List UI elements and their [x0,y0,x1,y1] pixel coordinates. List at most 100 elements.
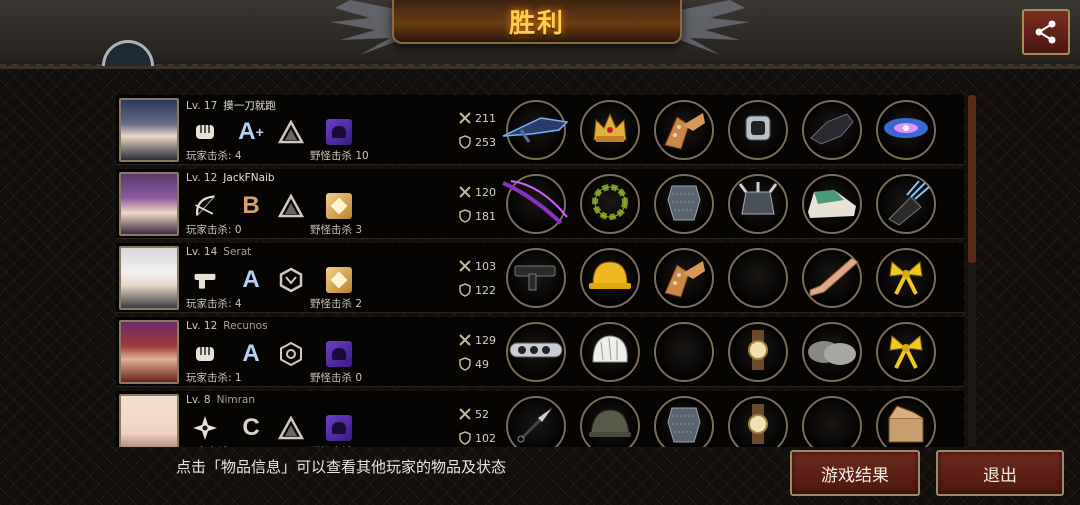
player-row[interactable]: Lv. 12 Recunos A 玩家击杀: 1 野怪击杀 0 129 49 [116,317,964,387]
hard-hat-icon [587,256,633,300]
crown-icon [588,106,632,154]
wrist-watch-icon [740,328,776,376]
player-kills: 玩家击杀: 1 [186,372,242,384]
galaxy-orb-icon [882,108,930,152]
item-slot[interactable] [728,100,788,160]
grade-badge: C [238,414,264,441]
player-level-name: Lv. 12 JackFNaib [186,172,275,184]
player-row[interactable]: Lv. 12 JackFNaib B 玩家击杀: 0 野怪击杀 3 120 181 [116,169,964,239]
purple-bow-icon [501,177,571,231]
grade-letter: A [242,340,260,367]
shuriken-icon [192,415,218,441]
grade-badge: A [238,340,264,367]
bow-icon [192,193,218,219]
item-slot[interactable] [654,396,714,447]
crossed-swords-icon [459,186,471,198]
player-level-name: Lv. 12 Recunos [186,320,268,332]
player-avatar[interactable] [119,246,179,310]
defense-stat: 102 [458,431,496,445]
player-list[interactable]: Lv. 17 摸一刀就跑 A + 玩家击杀: 4 野怪击杀 10 211 253 L… [116,95,964,447]
item-slot[interactable] [580,322,640,382]
defense-stat: 181 [458,209,496,223]
item-slot[interactable] [728,322,788,382]
item-slot[interactable] [802,100,862,160]
crossed-swords-icon [459,112,471,124]
item-slot[interactable] [580,396,640,447]
player-level: Lv. 14 [186,246,218,258]
player-row[interactable]: Lv. 8 Nimran C 玩家击杀: 0 野怪击杀 0 52 102 [116,391,964,447]
player-row[interactable]: Lv. 14 Serat A 玩家击杀: 4 野怪击杀 2 103 122 [116,243,964,313]
share-button[interactable] [1022,9,1070,55]
ring-watch-icon [738,108,778,152]
arrow-quiver-icon [881,177,931,231]
item-slot[interactable] [728,174,788,234]
attack-stat: 52 [458,407,489,421]
item-slot[interactable] [502,100,569,160]
player-name: Recunos [223,320,268,332]
grade-badge: A + [238,118,264,145]
item-slot[interactable] [654,248,714,308]
player-avatar[interactable] [119,320,179,384]
share-icon [1035,20,1056,44]
green-sneaker-icon [804,182,860,226]
game-result-button[interactable]: 游戏结果 [790,450,920,496]
player-level: Lv. 12 [186,320,218,332]
triangle-icon [278,415,304,441]
grey-shoes-icon [804,330,860,374]
attack-stat: 211 [458,111,496,125]
gold-ribbon-icon [884,328,928,376]
laurel-wreath-icon [588,180,632,228]
item-slot[interactable] [802,174,862,234]
player-avatar[interactable] [119,98,179,162]
player-avatar[interactable] [119,172,179,236]
item-slot[interactable] [876,248,936,308]
player-name: Nimran [216,394,256,406]
item-slot[interactable] [728,396,788,447]
player-name: Serat [223,246,252,258]
player-name: JackFNaib [223,172,275,184]
shield-icon [459,431,471,445]
item-slot[interactable] [876,174,936,234]
gold-box-icon [326,193,352,219]
attack-value: 52 [475,407,489,421]
item-slot[interactable] [654,100,714,160]
golden-spiked-gauntlet-icon [659,105,709,155]
attack-stat: 129 [458,333,496,347]
item-slot[interactable] [506,396,566,447]
crossed-swords-icon [459,334,471,346]
smg-icon [511,258,561,298]
spiked-armor-icon [736,180,780,228]
item-slot[interactable] [654,322,714,382]
attack-stat: 103 [458,259,496,273]
prosthetic-leg-icon [804,254,860,302]
item-slot[interactable] [580,174,640,234]
brass-knuckles-icon [506,333,566,371]
player-avatar[interactable] [119,394,179,447]
monster-kills: 野怪击杀 0 [310,444,362,447]
item-slot[interactable] [876,100,936,160]
exit-button[interactable]: 退出 [936,450,1064,496]
item-slot[interactable] [580,248,640,308]
player-kills: 玩家击杀: 4 [186,150,242,162]
attack-value: 120 [475,185,496,199]
scrollbar-thumb[interactable] [968,95,976,263]
item-slot[interactable] [506,248,566,308]
item-slot[interactable] [802,396,862,447]
right-wing-ornament [680,0,750,55]
item-slot[interactable] [876,396,936,447]
item-slot[interactable] [728,248,788,308]
page-title: 胜利 [508,8,565,39]
item-slot[interactable] [802,248,862,308]
item-slot[interactable] [876,322,936,382]
item-slot[interactable] [502,174,568,234]
grade-badge: A [238,266,264,293]
player-row[interactable]: Lv. 17 摸一刀就跑 A + 玩家击杀: 4 野怪击杀 10 211 253 [116,95,964,165]
item-slot[interactable] [580,100,640,160]
item-slot[interactable] [506,322,566,382]
item-slot[interactable] [654,174,714,234]
player-level: Lv. 17 [186,100,218,112]
monster-kills: 野怪击杀 0 [310,372,363,384]
attack-value: 103 [475,259,496,273]
pistol-icon [192,267,218,293]
item-slot[interactable] [802,322,862,382]
